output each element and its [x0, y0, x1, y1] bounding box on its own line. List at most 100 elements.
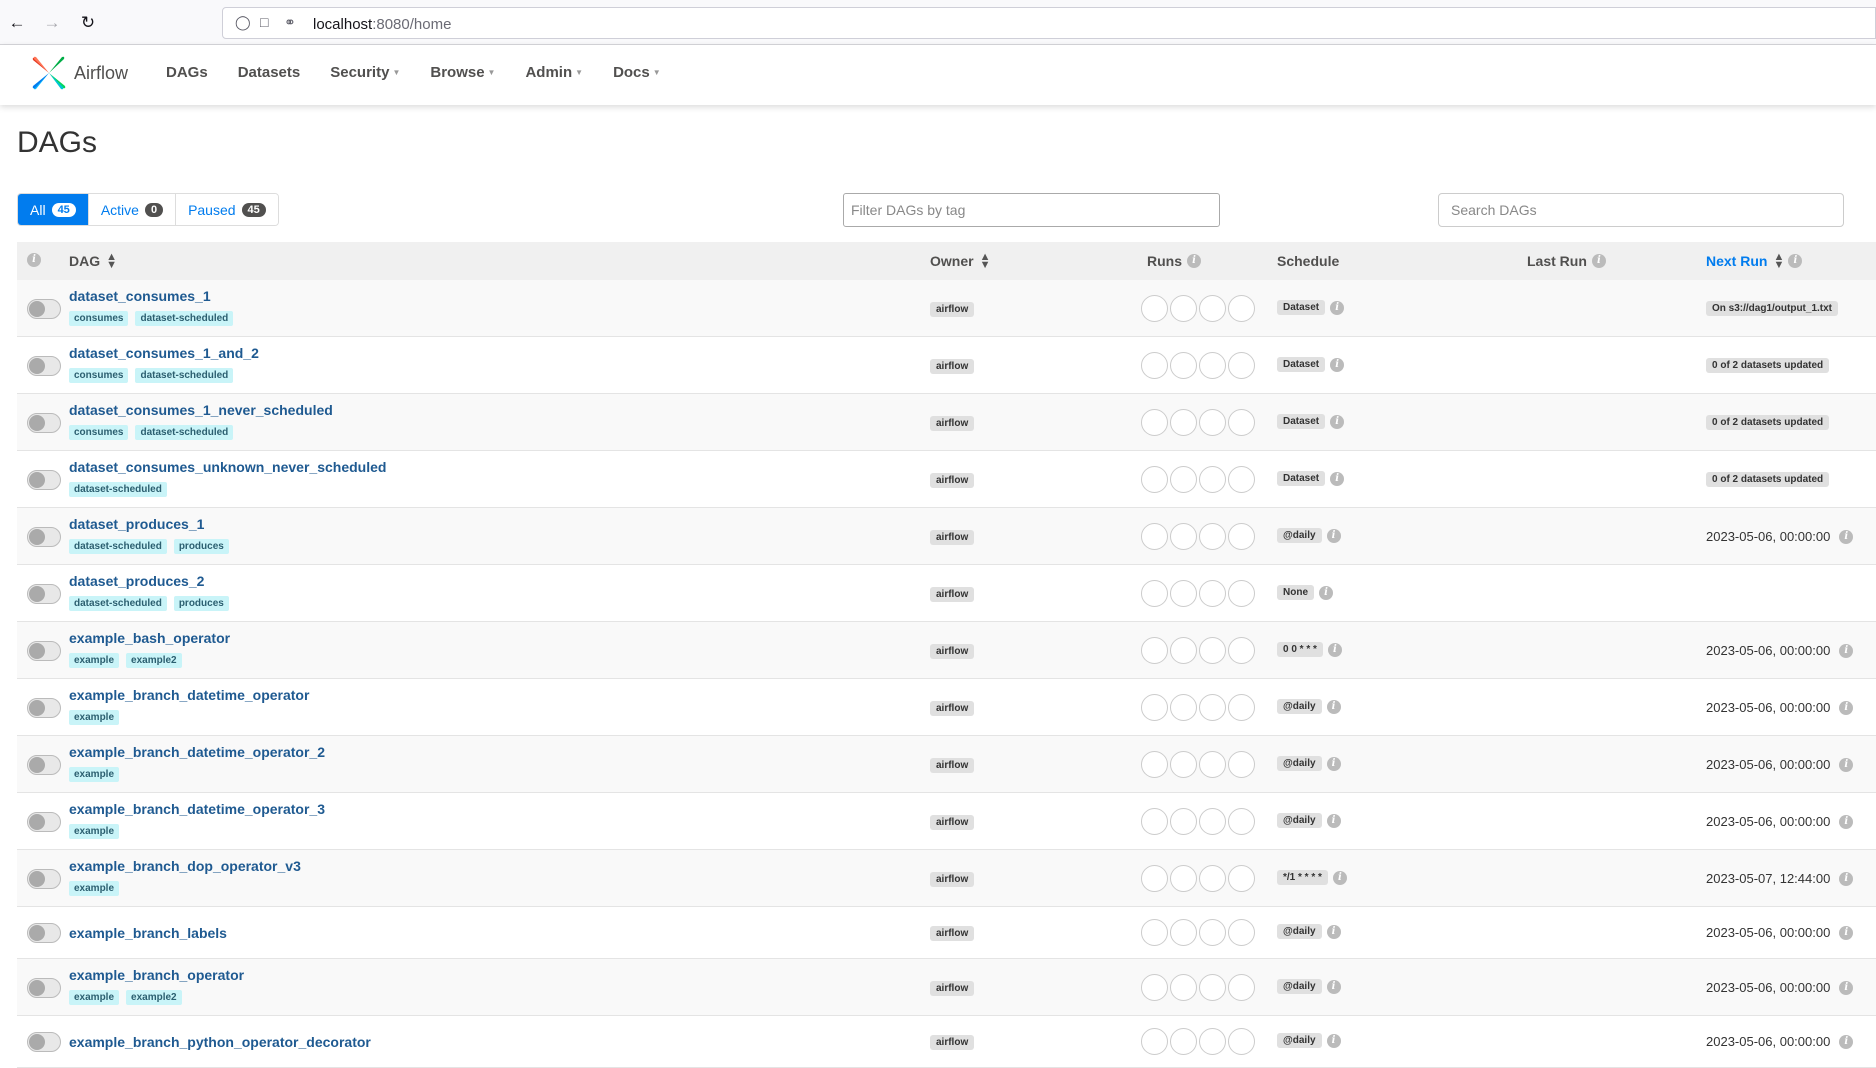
info-icon[interactable]: i [1839, 700, 1854, 715]
dag-tag[interactable]: example [69, 990, 120, 1005]
nav-docs[interactable]: Docs ▼ [613, 64, 661, 81]
run-status-circle[interactable] [1199, 409, 1226, 436]
run-status-circle[interactable] [1170, 694, 1197, 721]
pause-toggle[interactable] [27, 923, 61, 943]
pause-toggle[interactable] [27, 470, 61, 490]
run-status-circle[interactable] [1170, 466, 1197, 493]
dag-tag[interactable]: consumes [69, 425, 129, 440]
schedule-badge[interactable]: */1 * * * * [1277, 870, 1328, 885]
run-status-circle[interactable] [1199, 694, 1226, 721]
run-status-circle[interactable] [1141, 974, 1168, 1001]
info-icon[interactable]: i [1327, 642, 1342, 657]
dag-tag[interactable]: produces [173, 539, 229, 554]
run-status-circle[interactable] [1199, 295, 1226, 322]
next-run-badge[interactable]: 0 of 2 datasets updated [1706, 415, 1830, 430]
owner-badge[interactable]: airflow [930, 758, 975, 773]
run-status-circle[interactable] [1141, 352, 1168, 379]
run-status-circle[interactable] [1170, 865, 1197, 892]
owner-badge[interactable]: airflow [930, 1035, 975, 1050]
sort-icon[interactable]: ▲ ▼ [106, 252, 117, 271]
pause-toggle[interactable] [27, 1032, 61, 1052]
dag-link[interactable]: example_branch_datetime_operator_2 [69, 744, 325, 760]
sort-icon[interactable]: ▲ ▼ [980, 252, 991, 271]
dag-tag[interactable]: consumes [69, 311, 129, 326]
run-status-circle[interactable] [1228, 295, 1255, 322]
owner-badge[interactable]: airflow [930, 815, 975, 830]
dag-tag[interactable]: example [69, 767, 120, 782]
key-icon[interactable]: ⚭ [284, 14, 296, 31]
pause-toggle[interactable] [27, 356, 61, 376]
owner-badge[interactable]: airflow [930, 587, 975, 602]
run-status-circle[interactable] [1228, 865, 1255, 892]
run-status-circle[interactable] [1141, 808, 1168, 835]
search-dags-input[interactable] [1438, 193, 1844, 227]
dag-tag[interactable]: example [69, 881, 120, 896]
run-status-circle[interactable] [1170, 751, 1197, 778]
schedule-badge[interactable]: @daily [1277, 699, 1322, 714]
owner-badge[interactable]: airflow [930, 302, 975, 317]
nav-security[interactable]: Security ▼ [330, 64, 400, 81]
dag-link[interactable]: dataset_consumes_unknown_never_scheduled [69, 459, 386, 475]
owner-badge[interactable]: airflow [930, 473, 975, 488]
info-icon[interactable]: i [1839, 980, 1854, 995]
url-text[interactable]: localhost:8080/home [313, 16, 451, 33]
run-status-circle[interactable] [1199, 637, 1226, 664]
schedule-badge[interactable]: 0 0 * * * [1277, 642, 1323, 657]
run-status-circle[interactable] [1228, 580, 1255, 607]
run-status-circle[interactable] [1170, 1028, 1197, 1055]
dag-link[interactable]: example_branch_datetime_operator_3 [69, 801, 325, 817]
schedule-badge[interactable]: @daily [1277, 979, 1322, 994]
run-status-circle[interactable] [1228, 694, 1255, 721]
info-icon[interactable]: i [1839, 871, 1854, 886]
schedule-badge[interactable]: @daily [1277, 756, 1322, 771]
run-status-circle[interactable] [1141, 751, 1168, 778]
info-icon[interactable]: i [1839, 757, 1854, 772]
sort-icon[interactable]: ▲ ▼ [1773, 252, 1784, 271]
header-info-icon[interactable]: i [27, 253, 41, 267]
dag-link[interactable]: dataset_consumes_1 [69, 288, 211, 304]
dag-tag[interactable]: dataset-scheduled [69, 539, 167, 554]
owner-badge[interactable]: airflow [930, 416, 975, 431]
run-status-circle[interactable] [1170, 295, 1197, 322]
run-status-circle[interactable] [1170, 409, 1197, 436]
run-status-circle[interactable] [1141, 694, 1168, 721]
dag-link[interactable]: example_bash_operator [69, 630, 230, 646]
run-status-circle[interactable] [1141, 1028, 1168, 1055]
tab-paused[interactable]: Paused 45 [176, 194, 278, 225]
schedule-badge[interactable]: Dataset [1277, 357, 1326, 372]
info-icon[interactable]: i [1326, 756, 1341, 771]
schedule-badge[interactable]: Dataset [1277, 300, 1326, 315]
run-status-circle[interactable] [1228, 1028, 1255, 1055]
schedule-badge[interactable]: @daily [1277, 1033, 1322, 1048]
tab-active[interactable]: Active 0 [88, 194, 177, 225]
dag-link[interactable]: example_branch_labels [69, 925, 227, 941]
info-icon[interactable]: i [1326, 1033, 1341, 1048]
dag-link[interactable]: example_branch_python_operator_decorator [69, 1034, 371, 1050]
back-arrow-icon[interactable]: ← [6, 12, 28, 34]
info-icon[interactable]: i [1326, 528, 1341, 543]
info-icon[interactable]: i [1330, 471, 1345, 486]
dag-tag[interactable]: example [69, 653, 120, 668]
run-status-circle[interactable] [1141, 580, 1168, 607]
dag-link[interactable]: dataset_consumes_1_and_2 [69, 345, 259, 361]
run-status-circle[interactable] [1170, 523, 1197, 550]
run-status-circle[interactable] [1141, 865, 1168, 892]
info-icon[interactable]: i [1591, 254, 1606, 268]
run-status-circle[interactable] [1228, 919, 1255, 946]
schedule-badge[interactable]: Dataset [1277, 414, 1326, 429]
info-icon[interactable]: i [1330, 414, 1345, 429]
run-status-circle[interactable] [1170, 352, 1197, 379]
info-icon[interactable]: i [1330, 357, 1345, 372]
run-status-circle[interactable] [1141, 637, 1168, 664]
dag-tag[interactable]: example [69, 824, 120, 839]
next-run-badge[interactable]: 0 of 2 datasets updated [1706, 358, 1830, 373]
dag-tag[interactable]: dataset-scheduled [135, 368, 234, 383]
run-status-circle[interactable] [1228, 808, 1255, 835]
run-status-circle[interactable] [1228, 466, 1255, 493]
nav-admin[interactable]: Admin ▼ [525, 64, 583, 81]
run-status-circle[interactable] [1199, 523, 1226, 550]
dag-link[interactable]: dataset_produces_1 [69, 516, 204, 532]
run-status-circle[interactable] [1199, 1028, 1226, 1055]
schedule-badge[interactable]: @daily [1277, 924, 1322, 939]
run-status-circle[interactable] [1228, 974, 1255, 1001]
